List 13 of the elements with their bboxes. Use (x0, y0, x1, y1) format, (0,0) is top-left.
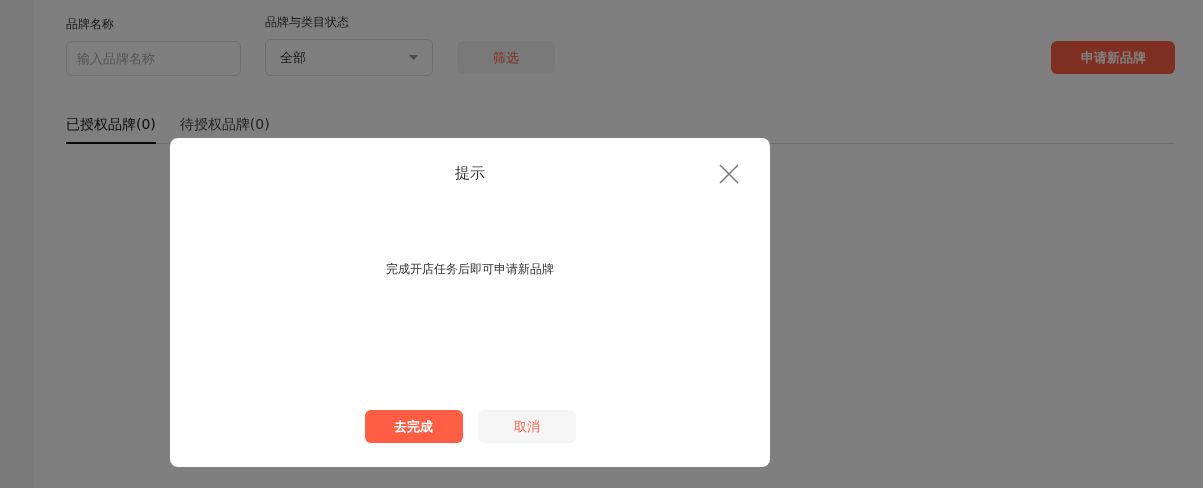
filter-button[interactable]: 筛选 (457, 41, 555, 74)
tab[interactable]: 待授权品牌(0) (179, 112, 270, 144)
cancel-button[interactable]: 取消 (477, 410, 576, 443)
field-label: 品牌与类目状态 (265, 14, 350, 31)
status-dropdown[interactable]: 全部 (265, 39, 433, 76)
tab[interactable]: 已授权品牌(0) (66, 112, 156, 144)
close-icon[interactable] (719, 164, 739, 184)
dialog-message: 完成开店任务后即可申请新品牌 (386, 261, 554, 278)
confirm-button[interactable]: 去完成 (364, 410, 463, 443)
field-label: 品牌名称 (66, 16, 115, 33)
dialog-title: 提示 (455, 164, 485, 183)
caret-icon (409, 55, 418, 60)
apply-brand-button[interactable]: 申请新品牌 (1051, 41, 1175, 74)
